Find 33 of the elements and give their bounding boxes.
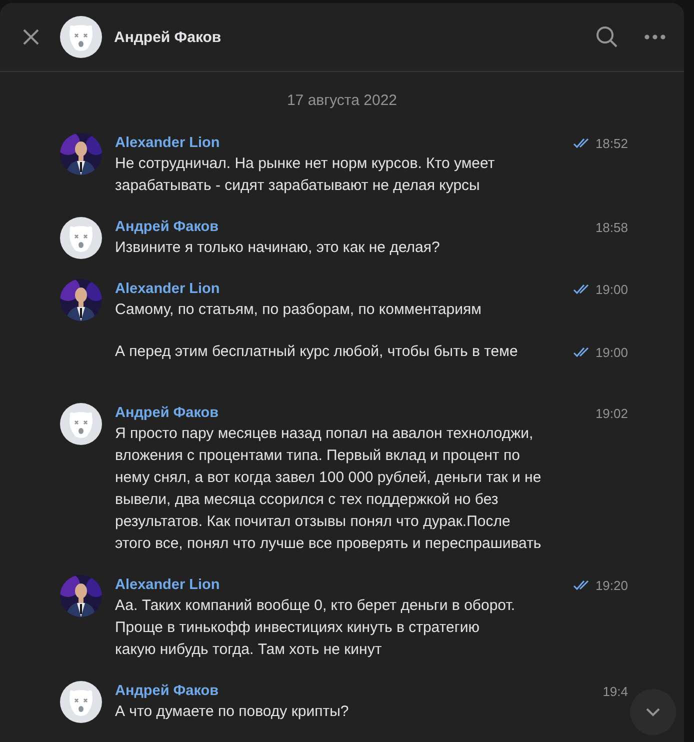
author-name[interactable]: Андрей Факов — [115, 219, 219, 235]
date-label: 17 августа 2022 — [286, 92, 398, 109]
read-receipt-icon — [573, 580, 592, 590]
message-text: Не сотрудничал. На рынке нет норм курсов. Кто умеет зарабатывать - сидят зарабатывают не делая курсы — [115, 154, 496, 196]
message-text: Самому, по статьям, по разборам, по комментариям — [115, 300, 482, 320]
message-time: 19:00 — [595, 282, 628, 296]
author-name[interactable]: Андрей Факов — [115, 683, 219, 699]
author-name[interactable]: Alexander Lion — [115, 577, 220, 593]
author-name[interactable]: Alexander Lion — [115, 135, 220, 151]
message-text: А перед этим бесплатный курс любой, чтобы быть в теме — [115, 342, 518, 362]
read-receipt-icon — [573, 284, 592, 294]
message-text: Я просто пару месяцев назад попал на авалон технолоджи, вложения с процентами типа. Первый вклад и процент по нему снял, а вот когда завел 100 000 рублей, деньги так и не вывели, два месяца ссорился с тех поддержкой но без результатов. Как почитал отзывы понял что дурак.После этого все, понял что лучше все проверять и переспрашивать — [115, 424, 542, 554]
dog-avatar-icon — [60, 16, 102, 58]
chevron-down-icon — [645, 707, 661, 717]
dog-avatar-icon — [60, 403, 102, 445]
message-time: 18:58 — [595, 220, 628, 234]
dog-avatar-icon — [60, 217, 102, 259]
read-receipt-icon — [573, 347, 592, 357]
author-name[interactable]: Alexander Lion — [115, 281, 220, 297]
message-time: 18:52 — [595, 136, 628, 150]
message-text: А что думаете по поводу крипты? — [115, 702, 350, 722]
message-time: 19:02 — [595, 406, 628, 420]
message-time: 19:20 — [595, 578, 628, 592]
message-text: Извините я только начинаю, это как не делая? — [115, 238, 441, 258]
dog-avatar-icon — [60, 681, 102, 723]
message-text: Аа. Таких компаний вообще 0, кто берет деньги в оборот. Проще в тинькофф инвестициях кинуть в стратегию какую нибудь тогда. Там хоть не кинут — [115, 596, 516, 660]
chat-title: Андрей Факов — [114, 28, 222, 46]
read-receipt-icon — [573, 138, 592, 148]
message-time: 19:4 — [602, 684, 628, 698]
author-name[interactable]: Андрей Факов — [115, 405, 219, 421]
more-icon — [644, 34, 666, 40]
message-time: 19:00 — [595, 344, 628, 360]
search-button[interactable] — [594, 24, 620, 50]
